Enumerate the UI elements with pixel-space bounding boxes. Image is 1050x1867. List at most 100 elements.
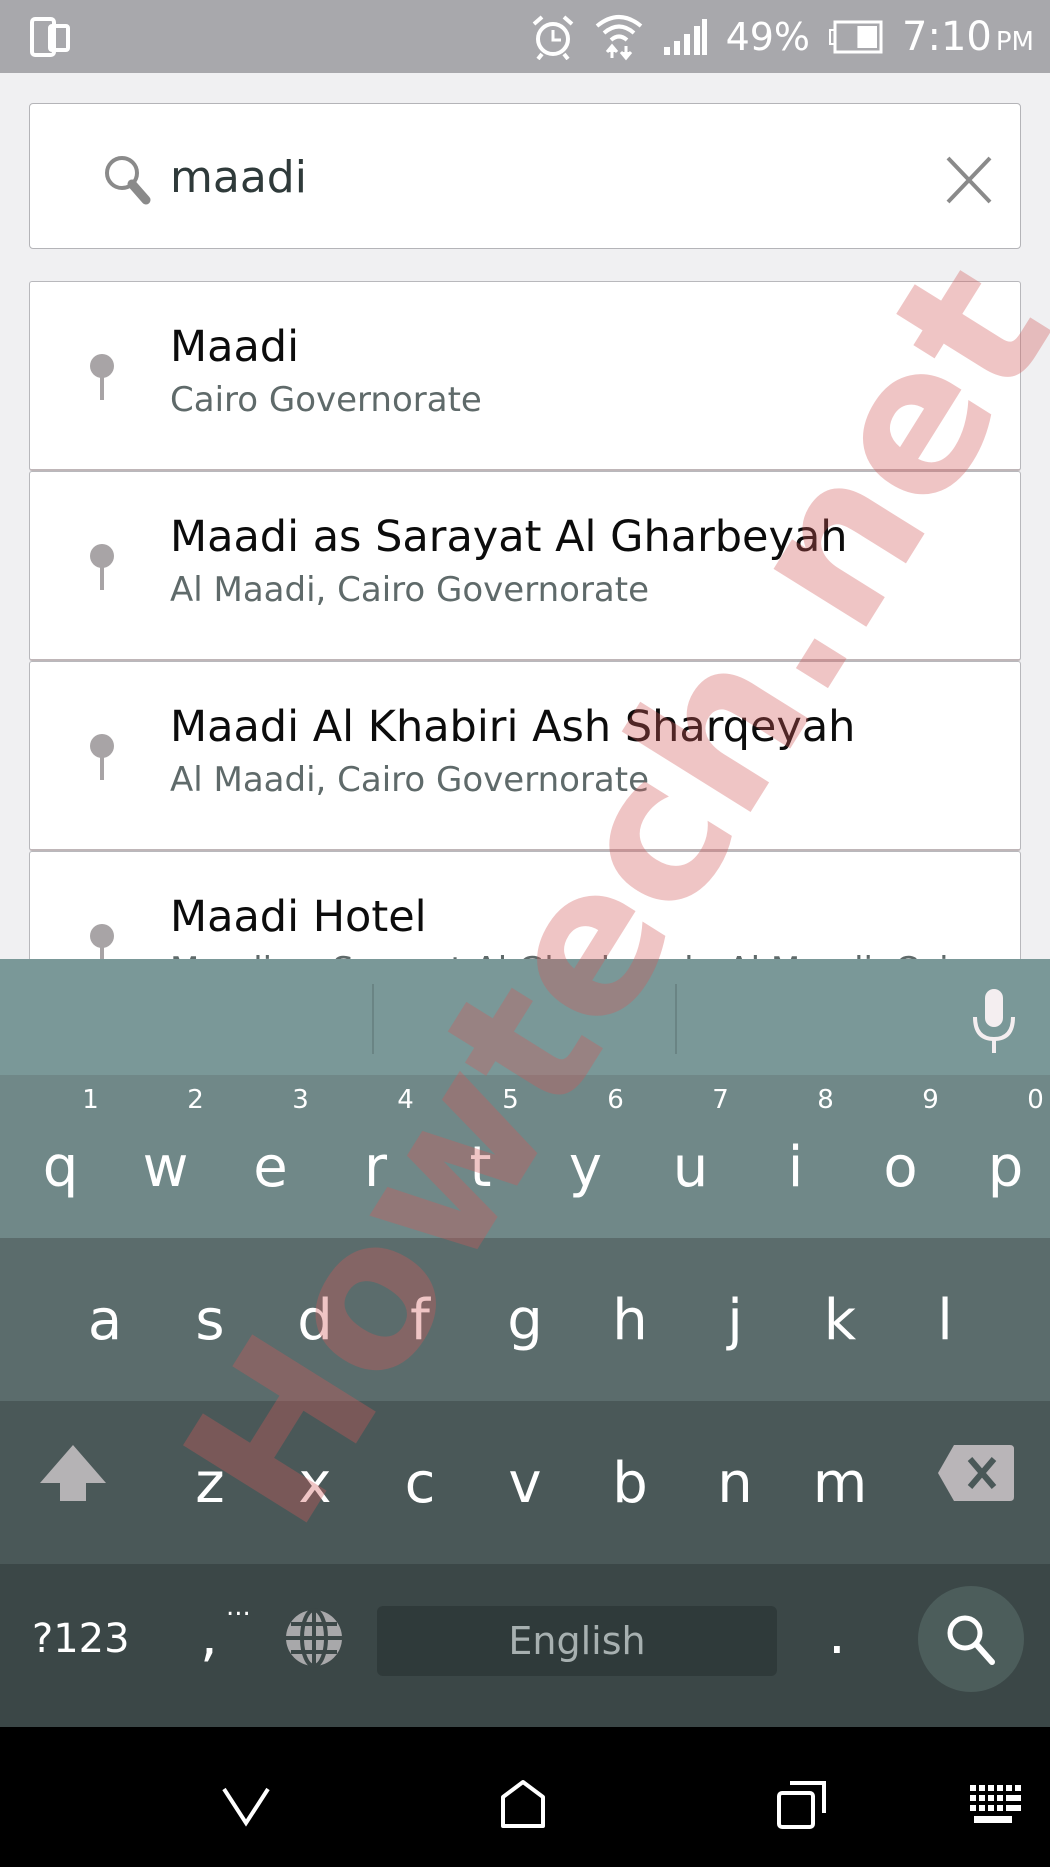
key-e[interactable]: 3e [231,1085,311,1215]
key-hint: 6 [607,1085,624,1115]
suggestion-slot[interactable] [374,959,674,1075]
key-label: e [253,1135,288,1200]
comma-label: , [200,1604,218,1669]
signal-icon [663,19,707,55]
comma-key[interactable]: ,... [200,1592,251,1669]
home-icon[interactable] [500,1779,546,1829]
list-item[interactable]: Maadi Al Khabiri Ash Sharqeyah Al Maadi,… [29,661,1021,851]
status-bar: 49% 7:10 PM [0,0,1050,73]
key-b[interactable]: b [590,1451,670,1531]
key-z[interactable]: z [170,1451,250,1531]
microphone-icon[interactable] [970,987,1020,1057]
key-n[interactable]: n [695,1451,775,1531]
shift-icon[interactable] [36,1445,110,1501]
keyboard-switch-icon[interactable] [970,1785,1022,1825]
key-hint: 3 [292,1085,309,1115]
location-pin-icon [90,924,114,959]
search-box [29,103,1021,249]
key-hint: 9 [922,1085,939,1115]
key-v[interactable]: v [485,1451,565,1531]
key-label: p [987,1135,1024,1200]
key-label: t [469,1135,492,1200]
backspace-icon[interactable] [938,1445,1014,1501]
suggestion-slot[interactable] [0,959,372,1075]
space-bar[interactable]: English [377,1606,777,1676]
keyboard-row-2: asdfghjkl [0,1238,1050,1401]
back-icon[interactable] [222,1785,270,1827]
battery-icon [829,20,883,54]
list-item[interactable]: Maadi as Sarayat Al Gharbeyah Al Maadi, … [29,471,1021,661]
key-j[interactable]: j [695,1288,775,1368]
result-subtitle: Al Maadi, Cairo Governorate [170,570,650,610]
close-icon[interactable] [940,152,996,208]
key-w[interactable]: 2w [126,1085,206,1215]
key-i[interactable]: 8i [756,1085,836,1215]
soft-keyboard: 1q2w3e4r5t6y7u8i9o0p asdfghjkl zxcvbnm ?… [0,959,1050,1727]
result-subtitle: Maadi as Sarayat Al Gharbeyah, Al Maadi,… [170,950,949,959]
key-m[interactable]: m [800,1451,880,1531]
result-subtitle: Al Maadi, Cairo Governorate [170,760,650,800]
key-hint: 2 [187,1085,204,1115]
key-s[interactable]: s [170,1288,250,1368]
key-f[interactable]: f [380,1288,460,1368]
key-label: r [363,1135,388,1200]
alarm-icon [532,15,573,60]
key-q[interactable]: 1q [21,1085,101,1215]
key-g[interactable]: g [485,1288,565,1368]
key-label: u [672,1135,709,1200]
result-title: Maadi as Sarayat Al Gharbeyah [170,512,848,562]
key-r[interactable]: 4r [336,1085,416,1215]
clock-ampm: PM [995,27,1034,57]
recents-icon[interactable] [776,1779,828,1829]
key-label: w [142,1135,189,1200]
key-hint: 4 [397,1085,414,1115]
keyboard-row-1: 1q2w3e4r5t6y7u8i9o0p [0,1075,1050,1238]
suggestion-slot[interactable] [677,959,957,1075]
key-y[interactable]: 6y [546,1085,626,1215]
key-hint: 1 [82,1085,99,1115]
suggestion-strip [0,959,1050,1075]
result-subtitle: Cairo Governorate [170,380,482,420]
globe-icon[interactable] [282,1606,346,1670]
list-item[interactable]: Maadi Hotel Maadi as Sarayat Al Gharbeya… [29,851,1021,959]
location-pin-icon [90,354,114,400]
key-l[interactable]: l [905,1288,985,1368]
search-icon [105,156,151,205]
navigation-bar [0,1727,1050,1867]
key-u[interactable]: 7u [651,1085,731,1215]
battery-percent: 49% [725,15,811,59]
comma-hint: ... [226,1592,251,1622]
symbols-key[interactable]: ?123 [32,1616,130,1662]
location-pin-icon [90,734,114,780]
key-hint: 7 [712,1085,729,1115]
result-title: Maadi Hotel [170,892,427,942]
key-label: i [787,1135,804,1200]
period-key[interactable]: . [828,1602,846,1667]
result-title: Maadi Al Khabiri Ash Sharqeyah [170,702,856,752]
key-h[interactable]: h [590,1288,670,1368]
key-a[interactable]: a [65,1288,145,1368]
search-input[interactable] [170,134,890,220]
key-c[interactable]: c [380,1451,460,1531]
key-label: y [568,1135,603,1200]
key-label: o [883,1135,918,1200]
key-k[interactable]: k [800,1288,880,1368]
clock: 7:10 PM [902,14,1034,60]
keyboard-row-3: zxcvbnm [0,1401,1050,1564]
search-results-list: Maadi Cairo Governorate Maadi as Sarayat… [29,281,1021,959]
list-item[interactable]: Maadi Cairo Governorate [29,281,1021,471]
result-title: Maadi [170,322,300,372]
key-t[interactable]: 5t [441,1085,521,1215]
key-x[interactable]: x [275,1451,355,1531]
location-pin-icon [90,544,114,590]
keyboard-row-4: ?123 ,... English . [0,1564,1050,1727]
search-action-key[interactable] [918,1586,1024,1692]
key-hint: 8 [817,1085,834,1115]
key-o[interactable]: 9o [861,1085,941,1215]
wifi-icon [595,15,642,61]
search-icon [947,1615,995,1665]
key-d[interactable]: d [275,1288,355,1368]
key-label: q [42,1135,79,1200]
key-p[interactable]: 0p [966,1085,1046,1215]
key-hint: 0 [1027,1085,1044,1115]
